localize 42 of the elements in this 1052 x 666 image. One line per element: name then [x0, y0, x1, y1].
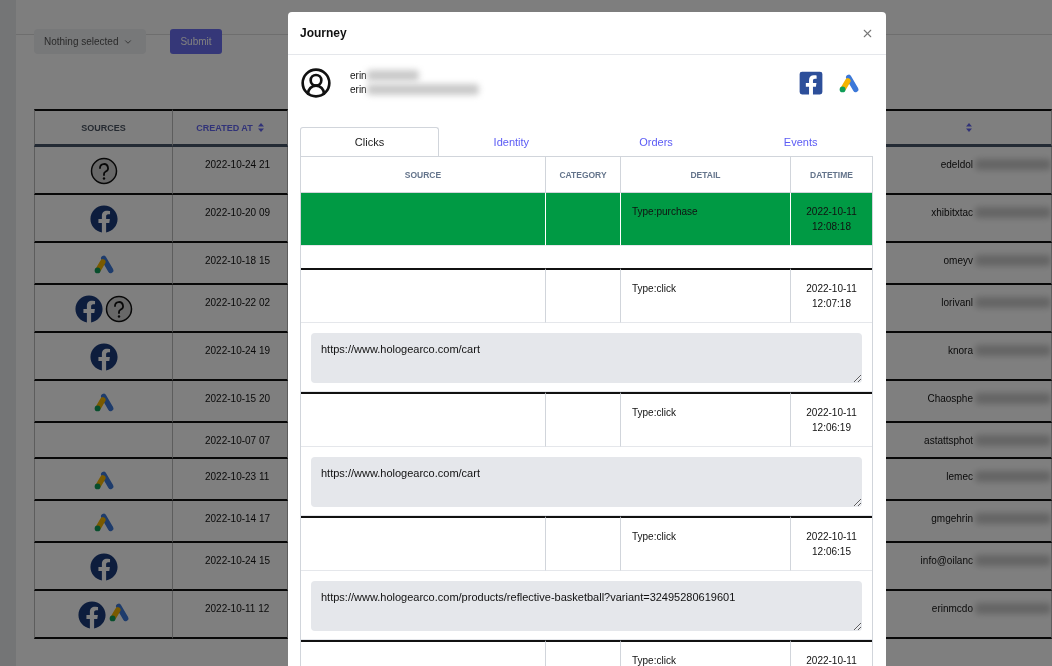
filter-dropdown[interactable]: Nothing selected: [34, 29, 146, 54]
table-cell: Type:click: [621, 516, 791, 571]
table-cell: Type:click: [621, 392, 791, 447]
url-field[interactable]: https://www.hologearco.com/cart: [311, 457, 862, 507]
google-ads-icon: [92, 253, 115, 275]
table-cell: info@oilanc: [920, 555, 973, 566]
table-cell: 2022-10-11: [791, 640, 872, 666]
google-ads-icon: [107, 601, 130, 623]
google-ads-icon: [92, 511, 115, 533]
table-cell: astattsphot: [924, 435, 973, 446]
table-cell: 2022-10-11 12:07:18: [791, 268, 872, 323]
question-icon: [89, 157, 118, 185]
table-cell: lorivanl: [941, 297, 973, 308]
table-cell: 2022-10-11 12:08:18: [791, 193, 872, 246]
table-cell: 2022-10-11 12:06:15: [791, 516, 872, 571]
dialog-title: Journey: [300, 26, 347, 40]
tab[interactable]: Clicks: [300, 127, 439, 156]
table-cell: Type:purchase: [621, 193, 791, 246]
table-cell: Type:click: [621, 268, 791, 323]
table-cell: erinmcdo: [931, 603, 973, 614]
table-cell: omeyv: [943, 255, 973, 266]
column-label: SOURCES: [81, 122, 126, 133]
question-icon: [104, 295, 133, 323]
table-cell: xhibitxtac: [931, 207, 973, 218]
table-cell: edeldol: [940, 159, 973, 170]
avatar-icon: [300, 66, 332, 99]
table-cell: 2022-10-11 12:06:19: [791, 392, 872, 447]
table-cell: lemec: [946, 471, 973, 482]
submit-button[interactable]: Submit: [170, 29, 222, 54]
table-cell: knora: [948, 345, 973, 356]
url-field[interactable]: https://www.hologearco.com/products/reflective-basketball?variant=32495280619601: [311, 581, 862, 631]
facebook-icon: [798, 69, 824, 96]
user-name: erin: [350, 70, 367, 81]
column-label: CREATED AT: [196, 122, 253, 133]
google-ads-icon: [92, 391, 115, 413]
user-email: erin: [350, 84, 367, 95]
table-cell: Chaosphe: [927, 393, 973, 404]
table-cell: gmgehrin: [931, 513, 973, 524]
redacted-text: [366, 70, 419, 81]
url-field[interactable]: https://www.hologearco.com/cart: [311, 333, 862, 383]
google-ads-icon: [92, 469, 115, 491]
table-cell: Type:click: [621, 640, 791, 666]
